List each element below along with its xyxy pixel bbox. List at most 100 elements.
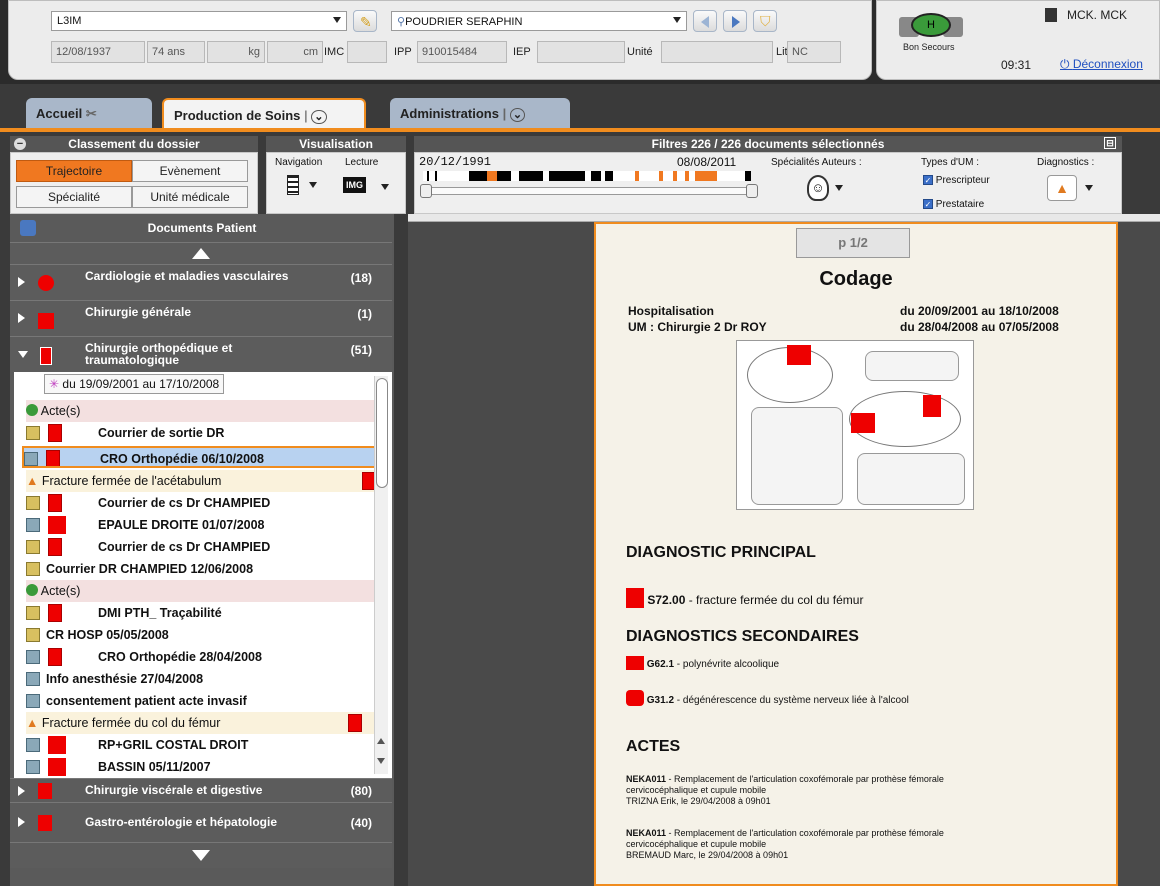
chevron-down-icon[interactable]: ⌄ [509,108,526,122]
list-item[interactable]: consentement patient acte invasif [26,690,388,712]
date-range-slider[interactable] [420,184,758,198]
category-chirurgie-generale[interactable]: Chirurgie générale (1) [10,300,392,336]
list-item[interactable]: Courrier de cs Dr CHAMPIED [26,492,388,514]
list-scrollbar[interactable] [374,376,388,774]
tab-underline [0,128,1160,132]
lit-field: NC [787,41,841,63]
diagnostics-select[interactable]: ▲ [1047,175,1099,203]
um-dates: du 28/04/2008 au 07/05/2008 [900,320,1059,334]
category-chirurgie-orthopedique[interactable]: Chirurgie orthopédique et traumatologiqu… [10,336,392,372]
visualisation-panel: Navigation Lecture IMG [266,152,406,214]
prescripteur-checkbox[interactable]: ✓ Prescripteur [923,175,990,186]
checkbox-checked-icon: ✓ [923,199,933,209]
organs-region [857,453,965,505]
shield-button[interactable]: ⛉ [753,10,777,32]
unite-medicale-button[interactable]: Unité médicale [132,186,248,208]
collapse-icon[interactable]: − [14,138,26,150]
doctor-icon: ☺ [807,175,829,201]
edit-button[interactable]: ✎ [353,10,377,32]
tab-production-de-soins[interactable]: Production de Soins | ⌄ [162,98,366,130]
list-item[interactable]: RP+GRIL COSTAL DROIT [26,734,388,756]
list-item[interactable]: CR HOSP 05/05/2008 [26,624,388,646]
unite-field [661,41,773,63]
category-cardiologie[interactable]: Cardiologie et maladies vasculaires (18) [10,264,392,300]
img-icon: IMG [343,177,366,193]
document-icon [26,694,40,708]
collapse-icon [18,351,28,358]
navigation-label: Navigation [275,157,323,168]
globe-icon [26,404,38,416]
specialites-select[interactable]: ☺ [807,175,847,205]
list-item[interactable]: Info anesthésie 27/04/2008 [26,668,388,690]
service-select[interactable]: L3IM [51,11,347,31]
document-icon [26,426,40,440]
pencil-icon: ✎ [360,14,372,30]
arrow-down-icon [192,850,210,861]
page-indicator[interactable]: p 1/2 [796,228,910,258]
document-icon [26,628,40,642]
diag-sec-1: G62.1 - polynévrite alcoolique [626,656,779,670]
tab-accueil[interactable]: Accueil ✂ [26,98,152,130]
navigation-select[interactable] [287,173,327,199]
user-box: H Bon Secours MCK. MCK 09:31 ⏻ Déconnexi… [876,0,1160,80]
actes-title: ACTES [626,738,681,755]
scrollbar-thumb[interactable] [376,378,388,488]
list-item[interactable]: Courrier de cs Dr CHAMPIED [26,536,388,558]
bone-icon [40,347,52,365]
slider-handle-start[interactable] [420,184,432,198]
list-item[interactable]: EPAULE DROITE 01/07/2008 [26,514,388,536]
list-item-selected[interactable]: CRO Orthopédie 06/10/2008 [22,446,388,468]
specialite-button[interactable]: Spécialité [16,186,132,208]
scroll-up-button[interactable] [10,242,392,264]
viewer-ruler [408,214,1160,222]
trajectoire-button[interactable]: Trajectoire [16,160,132,182]
patient-icon: ⚲ [397,16,406,28]
list-item[interactable]: Courrier de sortie DR [26,422,388,444]
diagnostics-label: Diagnostics : [1037,157,1095,168]
tab-label: Administrations [400,106,499,121]
close-filter-icon[interactable]: ⊟ [1104,137,1116,149]
logout-link[interactable]: ⏻ Déconnexion [1060,57,1143,72]
list-item[interactable]: Courrier DR CHAMPIED 12/06/2008 [26,558,388,580]
list-group-fracture-acetabulum[interactable]: ▲ Fracture fermée de l'acétabulum [26,470,388,492]
list-group-actes[interactable]: Acte(s) [26,400,388,422]
document-icon [26,738,40,752]
bone-icon [46,450,60,466]
patient-select[interactable]: ⚲POUDRIER SERAPHIN [391,11,687,31]
category-gastro-enterologie[interactable]: Gastro-entérologie et hépatologie (40) [10,802,392,842]
filtres-panel: 20/12/1991 08/08/2011 Spécialités Auteur… [414,152,1122,214]
power-icon: ⏻ [1060,57,1073,71]
list-item[interactable]: CRO Orthopédie 28/04/2008 [26,646,388,668]
document-icon [26,496,40,510]
head-icon [787,345,811,365]
list-item[interactable]: BASSIN 05/11/2007 [26,756,388,778]
document-icon [26,672,40,686]
arrow-left-icon [701,16,709,28]
next-patient-button[interactable] [723,10,747,32]
bone-icon [626,588,644,608]
slider-handle-end[interactable] [746,184,758,198]
category-chirurgie-viscerale[interactable]: Chirurgie viscérale et digestive (80) [10,778,392,802]
warning-icon: ▲ [26,474,39,488]
expand-icon [18,786,25,796]
list-group-actes[interactable]: Acte(s) [26,580,388,602]
previous-patient-button[interactable] [693,10,717,32]
list-group-fracture-col-femur[interactable]: ▲ Fracture fermée du col du fémur [26,712,388,734]
weight-field: kg [207,41,265,63]
evenement-button[interactable]: Evènement [132,160,248,182]
bone-icon [348,714,362,732]
document-icon [26,606,40,620]
types-um-label: Types d'UM : [921,157,980,168]
list-item[interactable]: DMI PTH_ Traçabilité [26,602,388,624]
globe-icon [26,584,38,596]
patient-docs-icon [20,220,36,236]
prestataire-checkbox[interactable]: ✓ Prestataire [923,199,984,210]
brain-icon [626,690,644,706]
diag-sec-2: G31.2 - dégénérescence du système nerveu… [626,690,909,706]
scroll-arrow-down-icon[interactable] [377,758,385,764]
lecture-select[interactable]: IMG [343,175,395,199]
chevron-down-icon[interactable]: ⌄ [311,110,327,124]
tab-administrations[interactable]: Administrations | ⌄ [390,98,570,130]
scroll-arrow-up-icon[interactable] [377,738,385,744]
scroll-down-button[interactable] [10,842,392,868]
